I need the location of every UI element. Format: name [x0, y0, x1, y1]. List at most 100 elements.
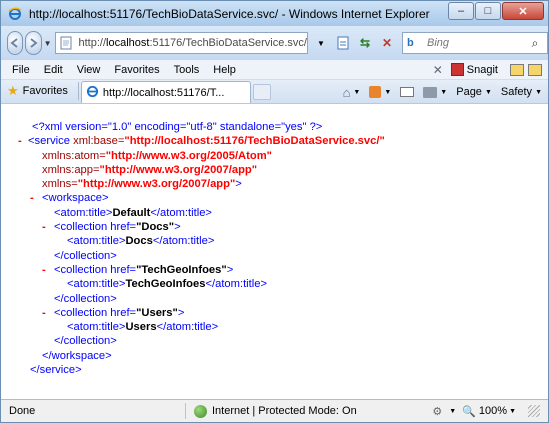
favorites-button[interactable]: ★ Favorites [7, 80, 76, 102]
zoom-icon: 🔍 [462, 405, 476, 418]
xml-workspace-open: - <workspace> [30, 191, 109, 205]
compatibility-view-icon[interactable] [332, 32, 354, 54]
xml-collection-open: - <collection href="TechGeoInfoes"> [42, 263, 234, 277]
forward-arrow-icon [30, 38, 39, 48]
snagit-tools [506, 63, 542, 76]
xml-collection-open: - <collection href="Users"> [42, 306, 185, 320]
collapse-toggle-service[interactable]: - [18, 134, 22, 148]
security-zone-label: Internet | Protected Mode: On [212, 405, 357, 417]
window-controls: – □ ✕ [447, 2, 544, 20]
favorites-star-icon: ★ [7, 83, 19, 98]
snagit-button[interactable]: Snagit [450, 63, 498, 76]
xml-service-open: - <service xml:base="http://localhost:51… [18, 134, 385, 148]
search-box: b ⌕ [401, 32, 548, 54]
chevron-down-icon: ▼ [440, 88, 448, 96]
tab-ie-icon [86, 85, 99, 101]
status-divider [185, 403, 186, 419]
menu-tools[interactable]: Tools [167, 64, 207, 76]
safety-menu-label: Safety [500, 86, 533, 98]
protected-mode-icon[interactable]: ⚙ [429, 404, 445, 418]
tab-active[interactable]: http://localhost:51176/T... [80, 81, 251, 103]
feeds-button[interactable]: ▼ [369, 86, 391, 98]
xml-ns-app: xmlns:app="http://www.w3.org/2007/app" [42, 163, 258, 176]
search-icon[interactable]: ⌕ [523, 36, 547, 51]
rss-icon [369, 86, 382, 98]
zoom-control[interactable]: 🔍 100% ▼ [462, 405, 522, 418]
tab-title: http://localhost:51176/T... [102, 86, 225, 99]
menu-favorites[interactable]: Favorites [107, 64, 166, 76]
minimize-button[interactable]: – [448, 2, 474, 20]
bing-logo-icon: b [406, 37, 414, 49]
xml-workspace-close: </workspace> [42, 349, 112, 362]
page-menu-label: Page [456, 86, 482, 98]
chevron-down-icon: ▼ [509, 407, 516, 415]
xml-ns-default: xmlns="http://www.w3.org/2007/app"> [42, 178, 242, 191]
collapse-toggle-workspace[interactable]: - [30, 191, 34, 205]
close-x-icon[interactable]: ✕ [433, 63, 443, 77]
safety-menu-button[interactable]: Safety ▼ [501, 86, 542, 98]
xml-collection-close: </collection> [54, 292, 117, 305]
snagit-capture-icon[interactable] [510, 63, 524, 76]
chevron-down-icon: ▼ [535, 88, 542, 96]
tab-separator [77, 82, 79, 100]
favorites-label: Favorites [22, 85, 68, 97]
maximize-button[interactable]: □ [475, 2, 501, 20]
collapse-toggle-collection[interactable]: - [42, 306, 46, 320]
new-tab-button[interactable] [252, 84, 271, 100]
address-dropdown-icon[interactable]: ▼ [310, 32, 332, 54]
refresh-icon[interactable]: ⇆ [354, 32, 376, 54]
menu-bar: File Edit View Favorites Tools Help ✕ Sn… [1, 60, 548, 80]
snagit-icon [450, 63, 464, 76]
home-button[interactable]: ⌂ ▼ [343, 85, 361, 100]
ie-logo-icon [7, 6, 23, 22]
print-button[interactable]: ▼ [423, 86, 448, 98]
stop-icon[interactable]: ✕ [376, 32, 398, 54]
status-bar: Done Internet | Protected Mode: On ⚙ ▼ 🔍… [1, 399, 548, 422]
title-bar: http://localhost:51176/TechBioDataServic… [1, 1, 548, 26]
history-dropdown-icon[interactable]: ▼ [44, 39, 52, 48]
window-title: http://localhost:51176/TechBioDataServic… [29, 6, 430, 21]
menu-view[interactable]: View [70, 64, 108, 76]
security-zone[interactable]: Internet | Protected Mode: On [194, 404, 414, 418]
xml-ns-atom: xmlns:atom="http://www.w3.org/2005/Atom" [42, 149, 272, 162]
status-right: ⚙ ▼ 🔍 100% ▼ [429, 404, 548, 418]
xml-collection-title: <atom:title>Docs</atom:title> [67, 235, 215, 248]
xml-content: <?xml version="1.0" encoding="utf-8" sta… [1, 104, 548, 399]
collapse-toggle-collection[interactable]: - [42, 263, 46, 277]
xml-collection-title: <atom:title>Users</atom:title> [67, 321, 219, 334]
collapse-toggle-collection[interactable]: - [42, 220, 46, 234]
forward-button[interactable] [25, 31, 42, 55]
xml-declaration: <?xml version="1.0" encoding="utf-8" sta… [32, 121, 323, 133]
zoom-level: 100% [478, 405, 508, 417]
chevron-down-icon: ▼ [484, 88, 492, 96]
address-tools: ▼ ⇆ ✕ [310, 32, 398, 54]
xml-collection-close: </collection> [54, 335, 117, 348]
resize-grip[interactable] [528, 405, 540, 417]
globe-icon [194, 404, 207, 418]
xml-collection-open: - <collection href="Docs"> [42, 220, 181, 234]
snagit-editor-icon[interactable] [528, 63, 542, 76]
menu-right-tools: ✕ Snagit [433, 63, 548, 77]
page-icon [58, 35, 74, 51]
close-button[interactable]: ✕ [502, 2, 544, 20]
xml-service-close: </service> [30, 364, 82, 377]
mail-icon [400, 87, 415, 97]
xml-collection-title: <atom:title>TechGeoInfoes</atom:title> [67, 278, 268, 291]
chevron-down-icon: ▼ [353, 88, 361, 96]
chevron-down-icon[interactable]: ▼ [449, 408, 456, 415]
browser-window: http://localhost:51176/TechBioDataServic… [0, 0, 549, 423]
address-bar[interactable]: http://localhost:51176/TechBioDataServic… [55, 32, 308, 54]
printer-icon [423, 86, 438, 98]
favorites-bar: ★ Favorites http://localhost:51176/T... … [1, 80, 548, 104]
read-mail-button[interactable] [400, 87, 415, 97]
menu-file[interactable]: File [5, 64, 37, 76]
back-arrow-icon [10, 38, 18, 48]
xml-workspace-title: <atom:title>Default</atom:title> [54, 206, 212, 219]
menu-edit[interactable]: Edit [37, 64, 70, 76]
home-icon: ⌂ [342, 84, 351, 100]
page-menu-button[interactable]: Page ▼ [456, 86, 492, 98]
menu-help[interactable]: Help [206, 64, 243, 76]
back-button[interactable] [7, 31, 24, 55]
status-text: Done [9, 405, 36, 417]
search-input[interactable] [426, 37, 523, 49]
